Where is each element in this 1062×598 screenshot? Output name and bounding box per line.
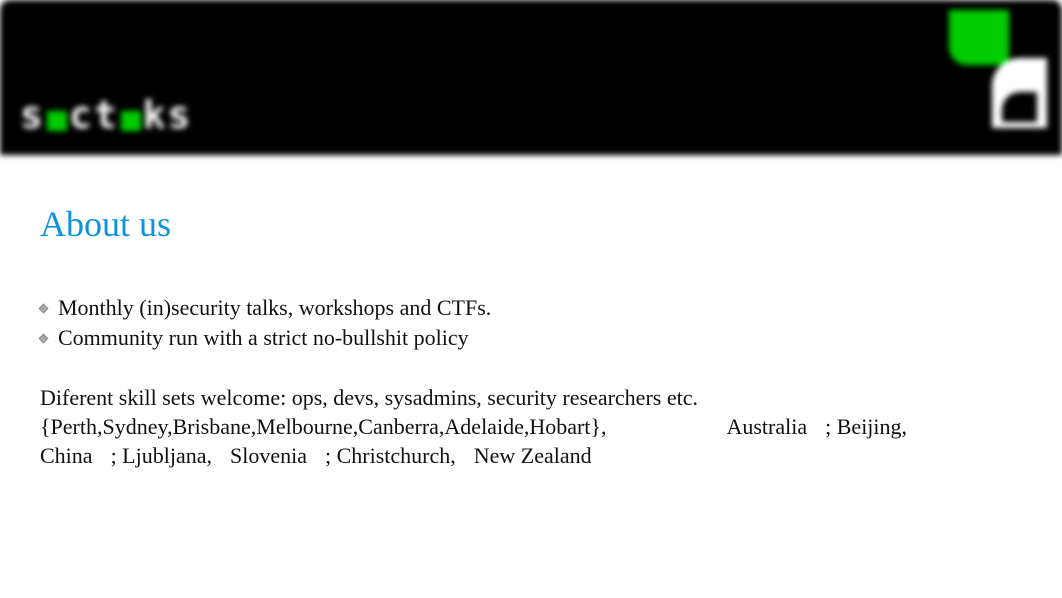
para-line-3: China ; Ljubljana, Slovenia ; Christchurch,… bbox=[40, 442, 1022, 471]
brand-seg-ks: ks bbox=[143, 93, 193, 137]
sep-beijing: ; Beijing, bbox=[825, 414, 907, 439]
bullet-list: Monthly (in)security talks, workshops an… bbox=[40, 293, 1022, 352]
cities-list: {Perth,Sydney,Brisbane,Melbourne,Canberr… bbox=[40, 414, 606, 439]
sep-ljubljana: ; Ljubljana, bbox=[111, 443, 212, 468]
brand-logo-left: sctks bbox=[20, 93, 192, 137]
para-line-1: Diferent skill sets welcome: ops, devs, … bbox=[40, 384, 1022, 413]
list-item: Community run with a strict no-bullshit … bbox=[40, 323, 1022, 353]
green-shape-icon bbox=[949, 10, 1009, 65]
white-shape-icon bbox=[992, 58, 1047, 128]
brand-accent-icon bbox=[121, 111, 141, 131]
country-slovenia: Slovenia bbox=[230, 443, 307, 468]
country-newzealand: New Zealand bbox=[474, 443, 592, 468]
country-china: China bbox=[40, 443, 93, 468]
header-inner: sctks bbox=[0, 0, 1062, 155]
brand-text: sctks bbox=[20, 93, 192, 137]
para-line-2: {Perth,Sydney,Brisbane,Melbourne,Canberr… bbox=[40, 413, 1022, 442]
list-item: Monthly (in)security talks, workshops an… bbox=[40, 293, 1022, 323]
country-australia: Australia bbox=[726, 414, 807, 439]
brand-seg-s: s bbox=[20, 93, 45, 137]
brand-seg-c: c bbox=[69, 93, 94, 137]
brand-seg-t: t bbox=[94, 93, 119, 137]
page-title: About us bbox=[40, 203, 1022, 245]
content-area: About us Monthly (in)security talks, wor… bbox=[0, 155, 1062, 470]
brand-accent-icon bbox=[47, 111, 67, 131]
header-banner: sctks bbox=[0, 0, 1062, 155]
locations-paragraph: Diferent skill sets welcome: ops, devs, … bbox=[40, 384, 1022, 470]
sep-christchurch: ; Christchurch, bbox=[325, 443, 456, 468]
brand-logo-right bbox=[957, 8, 1047, 138]
